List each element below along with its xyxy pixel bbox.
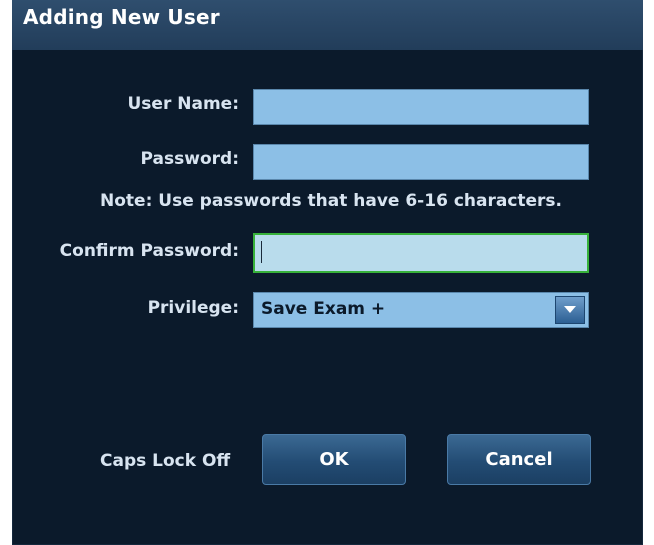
password-label: Password: xyxy=(140,149,239,169)
add-user-dialog: Adding New User User Name: Password: Not… xyxy=(12,0,643,545)
cancel-button[interactable]: Cancel xyxy=(447,434,591,485)
ok-button[interactable]: OK xyxy=(262,434,406,485)
user-name-label: User Name: xyxy=(127,94,240,114)
privilege-label: Privilege: xyxy=(147,298,239,318)
password-input[interactable] xyxy=(253,144,589,180)
password-note: Note: Use passwords that have 6-16 chara… xyxy=(100,191,563,211)
privilege-dropdown-button[interactable] xyxy=(555,296,585,324)
caps-lock-status: Caps Lock Off xyxy=(100,451,231,471)
text-cursor-icon xyxy=(261,241,262,263)
user-name-input[interactable] xyxy=(253,89,589,125)
ok-button-label: OK xyxy=(319,449,349,470)
cancel-button-label: Cancel xyxy=(485,449,553,470)
privilege-selected-value: Save Exam + xyxy=(261,299,386,319)
confirm-password-input[interactable] xyxy=(253,233,589,273)
dialog-title: Adding New User xyxy=(23,5,220,29)
privilege-select[interactable]: Save Exam + xyxy=(253,292,589,328)
chevron-down-icon xyxy=(564,306,576,313)
title-bar: Adding New User xyxy=(12,0,643,50)
confirm-password-label: Confirm Password: xyxy=(59,241,239,261)
